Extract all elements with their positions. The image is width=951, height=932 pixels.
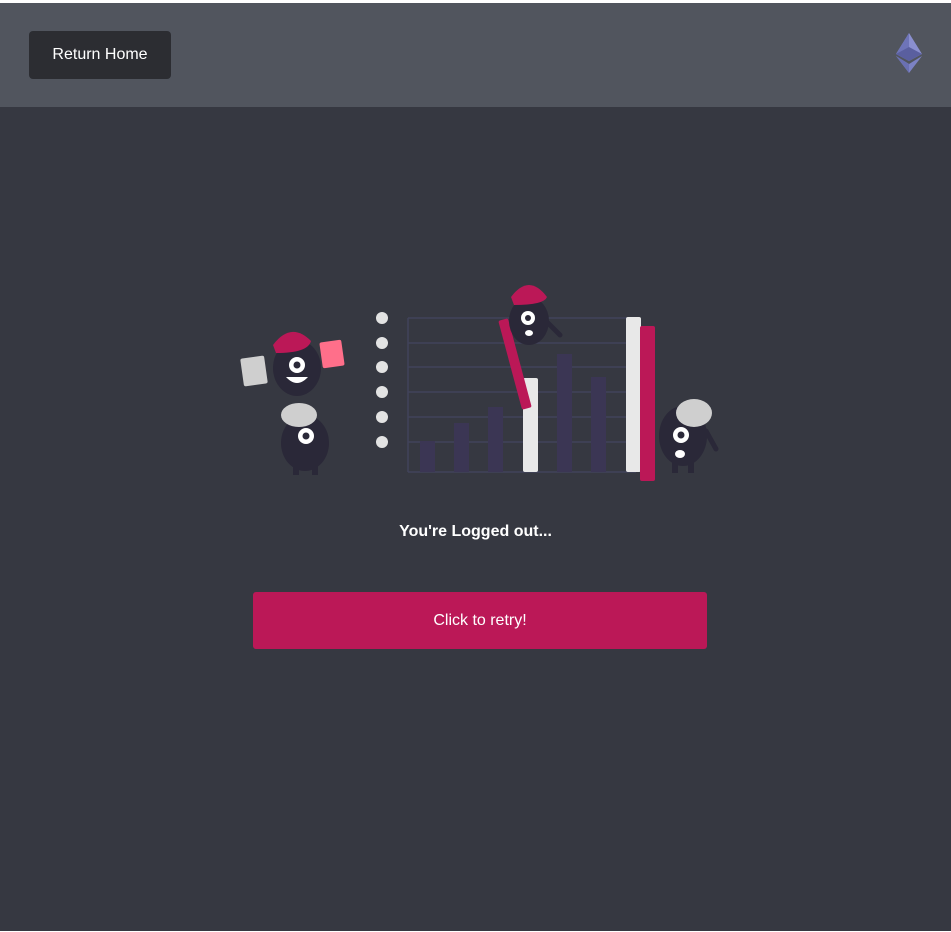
monster-bottom-left [281,403,329,475]
monster-right [659,399,719,473]
top-bar: Return Home [0,3,951,107]
retry-button[interactable]: Click to retry! [253,592,707,649]
ethereum-icon [896,33,922,73]
logged-out-message: You're Logged out... [399,523,552,540]
app-window: Return Home You're Logged out... Click t… [0,3,951,931]
logged-out-illustration [240,285,719,481]
chart-dots [376,312,388,448]
return-home-button[interactable]: Return Home [29,31,171,79]
monster-top-left [240,331,345,396]
monster-top-center [509,285,563,345]
